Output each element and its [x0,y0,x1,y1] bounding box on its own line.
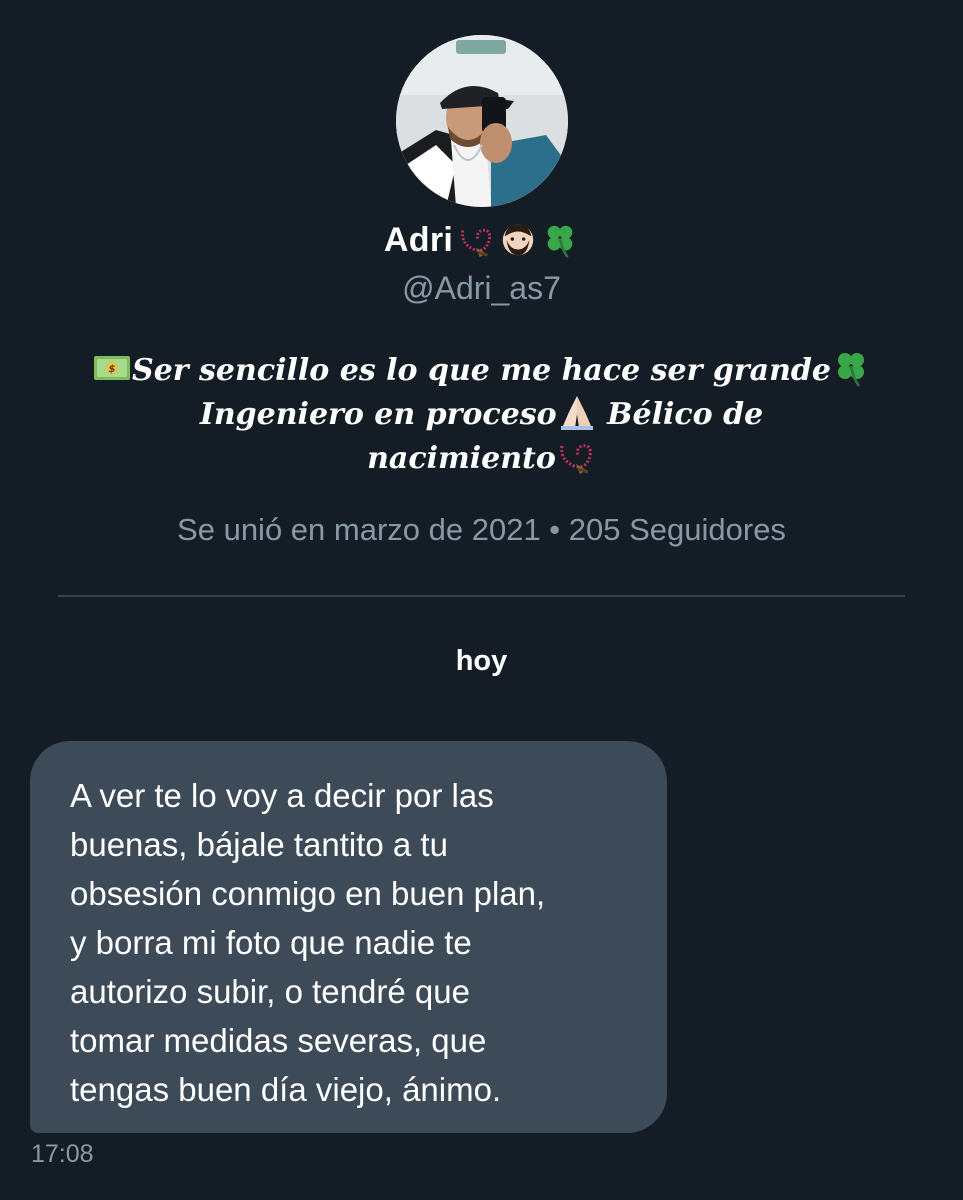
profile-handle[interactable]: @Adri_as7 [0,270,963,307]
message-text: A ver te lo voy a decir por las buenas, … [70,777,546,1108]
received-message-bubble[interactable]: A ver te lo voy a decir por las buenas, … [30,741,667,1133]
svg-text:$: $ [109,364,116,375]
conversation-day-label: hoy [455,645,508,677]
profile-display-name: Adri [383,220,454,259]
four-leaf-clover-emoji [541,221,579,259]
bio-line-3: nacimiento [367,441,556,476]
prayer-beads-emoji [457,221,495,259]
bio-line-2a: Ingeniero en proceso [199,397,557,432]
bio-line-1: Ser sencillo es lo que me hace ser grand… [132,353,831,388]
money-emoji: $ [92,348,132,388]
profile-bio: $ Ser sencillo es lo que me hace ser gra… [50,348,913,480]
profile-divider [58,595,905,597]
profile-name-row: Adri [0,212,963,268]
avatar-photo [396,35,568,207]
four-leaf-clover-icon [831,348,871,388]
bio-line-2b: Bélico de [596,397,764,432]
message-timestamp: 17:08 [31,1140,94,1168]
prayer-beads-icon [556,436,596,476]
man-beard-emoji [499,221,537,259]
profile-joined-followers: Se unió en marzo de 2021 • 205 Seguidore… [177,512,786,547]
profile-avatar[interactable] [396,35,568,207]
folded-hands-emoji [557,392,597,432]
